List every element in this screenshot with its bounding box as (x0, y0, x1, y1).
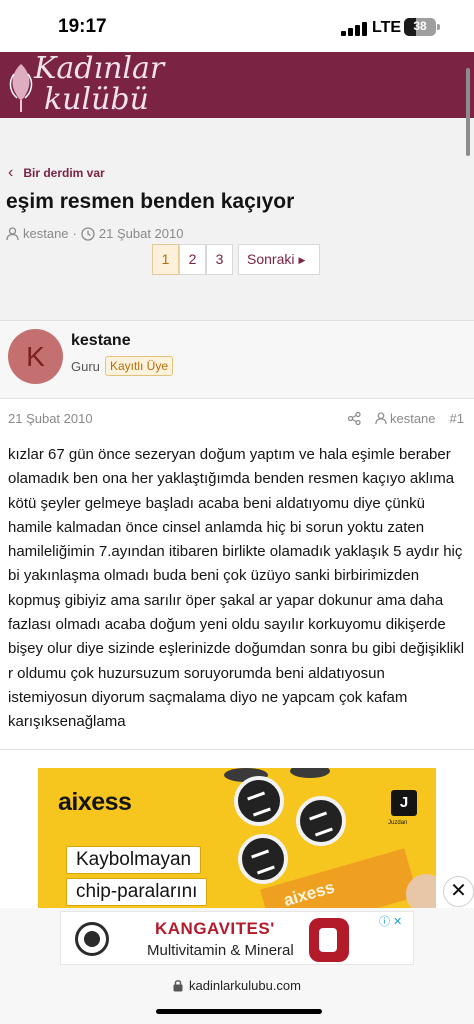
breadcrumb[interactable]: ‹ Bir derdim var (8, 164, 105, 182)
thread-meta: kestane · 21 Şubat 2010 (6, 226, 183, 241)
post-number[interactable]: #1 (450, 411, 464, 426)
thread-date[interactable]: 21 Şubat 2010 (99, 226, 184, 241)
post-body: kızlar 67 gün önce sezeryan doğum yaptım… (8, 446, 465, 731)
page-title: eşim resmen benden kaçıyor (6, 190, 295, 213)
post-user-block: K kestane Guru Kayıtlı Üye (0, 321, 474, 399)
coin-icon (290, 768, 330, 778)
post: K kestane Guru Kayıtlı Üye 21 Şubat 2010… (0, 320, 474, 750)
avatar[interactable]: K (8, 329, 63, 384)
home-indicator[interactable] (156, 1009, 322, 1014)
meta-separator: · (72, 226, 77, 241)
user-icon (375, 412, 387, 425)
seal-icon (75, 922, 109, 956)
site-header: Kadınlar kulübü (0, 52, 474, 118)
coin-icon (238, 834, 288, 884)
status-bar: 19:17 LTE 38 (0, 0, 474, 52)
post-author[interactable]: kestane (390, 411, 436, 426)
battery-icon: 38 (404, 18, 436, 36)
triangle-right-icon: ▶ (298, 255, 306, 265)
banner-subtitle: Multivitamin & Mineral (147, 942, 294, 959)
pagination: 1 2 3 Sonraki ▶ (152, 244, 320, 275)
site-logo[interactable]: Kadınlar kulübü (34, 53, 164, 115)
banner-title: KANGAVITES' (155, 919, 275, 938)
next-page-label: Sonraki (247, 251, 295, 267)
user-badge: Kayıtlı Üye (105, 356, 174, 376)
battery-level: 38 (413, 19, 427, 33)
flower-logo-icon (9, 64, 33, 112)
bottom-banner-area: KANGAVITES' Multivitamin & Mineral ⓘ ✕ (0, 908, 474, 966)
ad-box-text: aixess (281, 877, 337, 908)
url-field[interactable]: kadinlarkulubu.com (0, 978, 474, 993)
page-scrollbar[interactable] (466, 68, 470, 156)
divider (0, 749, 474, 750)
thread-header: ‹ Bir derdim var eşim resmen benden kaçı… (0, 118, 474, 320)
post-date[interactable]: 21 Şubat 2010 (8, 411, 93, 426)
banner-ad[interactable]: KANGAVITES' Multivitamin & Mineral ⓘ ✕ (60, 911, 414, 965)
logo-line-1: Kadınlar (34, 51, 165, 86)
page-button-1[interactable]: 1 (152, 244, 179, 275)
post-username[interactable]: kestane (71, 332, 131, 350)
page-button-2[interactable]: 2 (179, 244, 206, 275)
product-bottle-icon (309, 918, 349, 962)
next-page-button[interactable]: Sonraki ▶ (238, 244, 320, 275)
page-button-3[interactable]: 3 (206, 244, 233, 275)
url-text: kadinlarkulubu.com (188, 978, 301, 993)
ad-brand: aixess (58, 788, 132, 816)
breadcrumb-label: Bir derdim var (23, 166, 105, 180)
chevron-left-icon: ‹ (8, 164, 14, 181)
ad-logo: J (391, 790, 417, 816)
coin-icon (234, 776, 284, 826)
user-icon (6, 226, 19, 240)
share-icon[interactable] (347, 412, 361, 425)
logo-line-2: kulübü (44, 82, 149, 117)
ad-text-line-2: chip-paralarını (66, 878, 208, 906)
advertisement[interactable]: aixess J Juzdan Kaybolmayan chip-paralar… (38, 768, 436, 908)
browser-address-bar: kadinlarkulubu.com (0, 966, 474, 1024)
ad-choices-icon[interactable]: ⓘ ✕ (379, 913, 402, 929)
coin-icon (296, 796, 346, 846)
ad-text-line-1: Kaybolmayan (66, 846, 202, 874)
ad-logo-caption: Juzdan (388, 820, 408, 826)
status-time: 19:17 (58, 16, 107, 37)
network-type: LTE (372, 19, 402, 36)
lock-icon (173, 980, 183, 992)
user-title: Guru (71, 359, 100, 374)
thread-author[interactable]: kestane (23, 226, 69, 241)
post-actions: kestane #1 (347, 411, 464, 426)
close-ad-button[interactable]: ✕ (443, 876, 474, 907)
clock-icon (81, 226, 95, 241)
signal-icon (341, 22, 367, 36)
